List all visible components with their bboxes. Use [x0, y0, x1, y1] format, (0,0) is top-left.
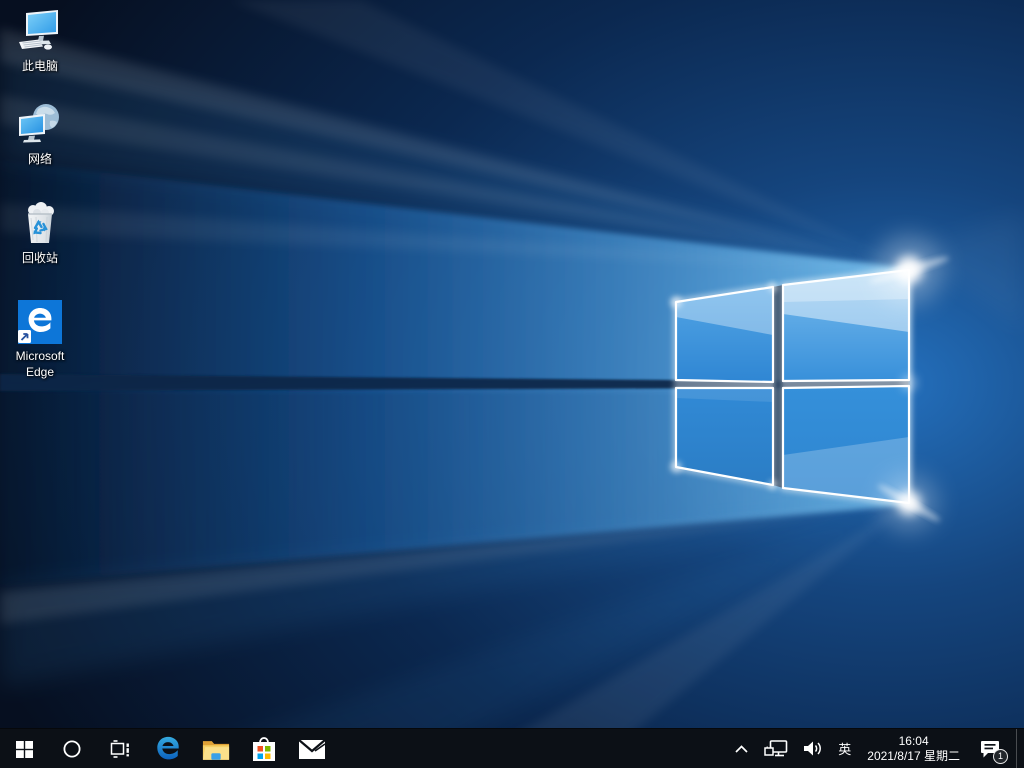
ethernet-network-icon [764, 739, 788, 756]
cortana-circle-icon [63, 740, 81, 758]
microsoft-store-icon [253, 737, 275, 761]
shortcut-arrow-badge [18, 330, 31, 343]
desktop-icon-label: 网络 [27, 152, 52, 166]
clock-date: 2021/8/17 星期二 [867, 748, 960, 763]
recycle-bin-icon [28, 202, 54, 243]
search-button[interactable] [48, 729, 96, 768]
notification-count-badge: 1 [993, 748, 1008, 764]
this-pc-icon [19, 10, 58, 50]
task-view-icon [110, 740, 129, 758]
volume-tray-button[interactable] [800, 729, 826, 768]
speaker-volume-icon [804, 741, 822, 756]
desktop-icon-label: 此电脑 [21, 59, 58, 73]
desktop-icon-recycle-bin[interactable]: 回收站 [2, 200, 78, 266]
file-explorer-button[interactable] [192, 729, 240, 768]
taskbar-empty-area[interactable] [336, 729, 731, 768]
desktop-icon-microsoft-edge[interactable]: Microsoft Edge [2, 298, 78, 380]
network-tray-button[interactable] [761, 729, 791, 768]
ime-language-indicator[interactable]: 英 [835, 729, 854, 768]
start-button[interactable] [0, 729, 48, 768]
network-icon [19, 104, 59, 143]
task-view-button[interactable] [96, 729, 144, 768]
chevron-up-icon [735, 744, 748, 753]
taskbar: 英 16:04 2021/8/17 星期二 1 [0, 728, 1024, 768]
desktop-icon-network[interactable]: 网络 [2, 101, 78, 167]
desktop[interactable]: 此电脑 网络 回收站 Microsoft Edge [0, 0, 1024, 768]
desktop-icon-label: Microsoft Edge [15, 349, 65, 379]
clock[interactable]: 16:04 2021/8/17 星期二 [863, 729, 964, 768]
clock-time: 16:04 [898, 733, 929, 748]
mail-icon [298, 738, 326, 759]
wallpaper-hero-image [0, 0, 1024, 768]
store-button[interactable] [240, 729, 288, 768]
action-center-button[interactable]: 1 [973, 729, 1008, 768]
desktop-icon-label: 回收站 [21, 251, 58, 265]
show-hidden-icons-button[interactable] [731, 729, 752, 768]
windows-start-icon [15, 740, 33, 758]
edge-button[interactable] [144, 729, 192, 768]
system-tray: 英 16:04 2021/8/17 星期二 1 [731, 728, 1024, 768]
mail-button[interactable] [288, 729, 336, 768]
microsoft-edge-icon [18, 300, 62, 344]
show-desktop-button[interactable] [1016, 728, 1022, 768]
edge-icon [157, 736, 179, 760]
windows-logo [673, 267, 912, 506]
desktop-icon-this-pc[interactable]: 此电脑 [2, 8, 78, 74]
file-explorer-icon [202, 741, 230, 760]
